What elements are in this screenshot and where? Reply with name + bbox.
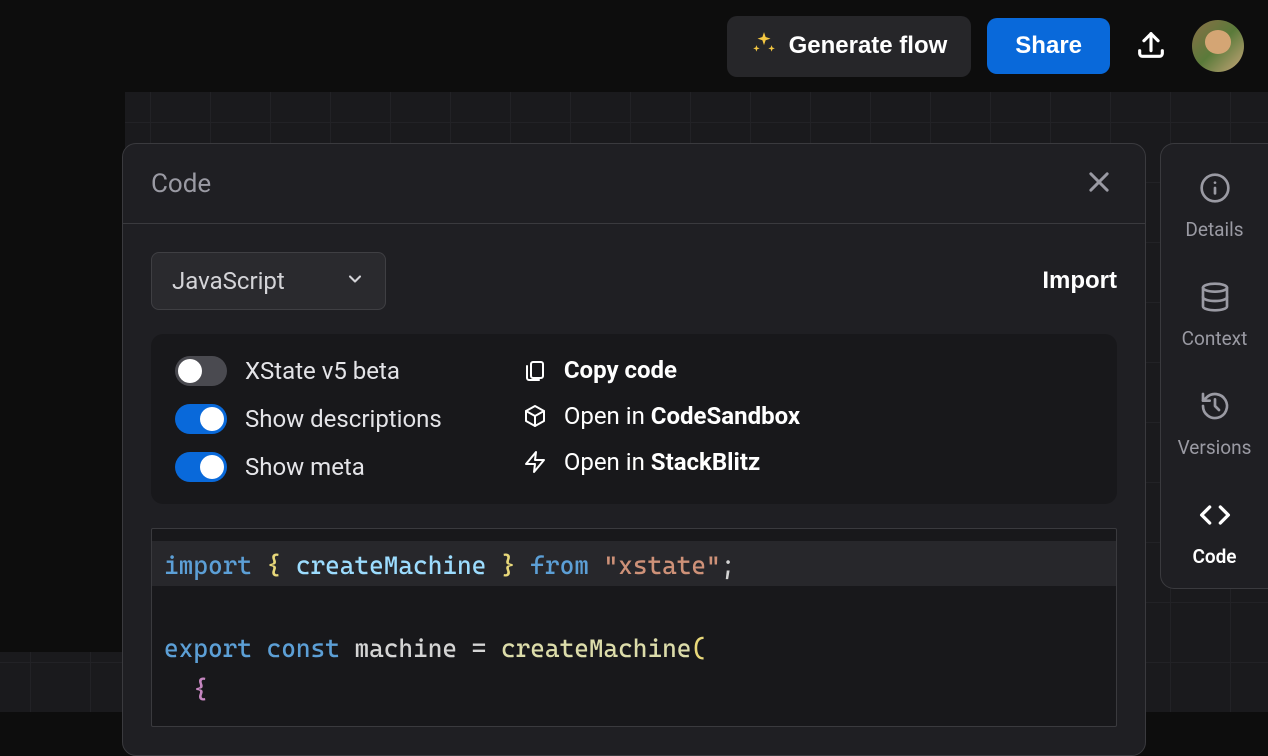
- toggle-xstate-v5-switch[interactable]: [175, 356, 227, 386]
- open-stackblitz-action[interactable]: Open in StackBlitz: [522, 448, 800, 476]
- actions-column: Copy code Open in CodeSandbox: [522, 356, 800, 482]
- close-button[interactable]: [1081, 164, 1117, 203]
- history-icon: [1199, 390, 1231, 426]
- codesandbox-icon: [522, 403, 548, 429]
- sidebar-details-label: Details: [1185, 218, 1243, 241]
- toggle-show-meta: Show meta: [175, 452, 442, 482]
- toggle-knob: [178, 359, 202, 383]
- chevron-down-icon: [345, 269, 365, 293]
- generate-flow-label: Generate flow: [789, 32, 948, 60]
- sidebar-context-label: Context: [1182, 327, 1248, 350]
- import-button[interactable]: Import: [1042, 267, 1117, 295]
- code-line-1: import { createMachine } from "xstate";: [152, 541, 1116, 586]
- code-panel: Code JavaScript Import: [122, 143, 1146, 756]
- language-select-label: JavaScript: [172, 267, 285, 295]
- export-icon: [1134, 28, 1168, 65]
- code-editor[interactable]: import { createMachine } from "xstate"; …: [151, 528, 1117, 727]
- code-icon: [1199, 499, 1231, 535]
- panel-title: Code: [151, 169, 211, 199]
- close-icon: [1085, 184, 1113, 199]
- sidebar-item-details[interactable]: Details: [1161, 168, 1268, 245]
- stackblitz-icon: [522, 449, 548, 475]
- sidebar-item-context[interactable]: Context: [1161, 277, 1268, 354]
- panel-body: JavaScript Import XState v5 beta: [123, 224, 1145, 755]
- panel-header: Code: [123, 144, 1145, 224]
- sidebar-versions-label: Versions: [1178, 436, 1252, 459]
- open-codesandbox-action[interactable]: Open in CodeSandbox: [522, 402, 800, 430]
- top-bar: Generate flow Share: [0, 0, 1268, 92]
- export-button[interactable]: [1126, 20, 1176, 73]
- canvas-dark-region: [0, 92, 125, 652]
- open-codesandbox-label: Open in CodeSandbox: [564, 402, 800, 430]
- options-box: XState v5 beta Show descriptions Show me…: [151, 334, 1117, 504]
- share-label: Share: [1015, 32, 1082, 59]
- code-line-4: {: [164, 669, 1104, 710]
- database-icon: [1199, 281, 1231, 317]
- toggle-show-meta-switch[interactable]: [175, 452, 227, 482]
- code-line-3: export const machine = createMachine(: [164, 628, 1104, 669]
- sidebar-item-versions[interactable]: Versions: [1161, 386, 1268, 463]
- info-icon: [1199, 172, 1231, 208]
- user-avatar[interactable]: [1192, 20, 1244, 72]
- toggle-knob: [200, 407, 224, 431]
- copy-code-action[interactable]: Copy code: [522, 356, 800, 384]
- generate-flow-button[interactable]: Generate flow: [727, 16, 972, 77]
- toggle-xstate-v5: XState v5 beta: [175, 356, 442, 386]
- toggle-knob: [200, 455, 224, 479]
- toggle-xstate-v5-label: XState v5 beta: [245, 357, 400, 385]
- toggle-show-meta-label: Show meta: [245, 453, 365, 481]
- clipboard-icon: [522, 357, 548, 383]
- copy-code-label: Copy code: [564, 356, 677, 384]
- toggle-show-descriptions: Show descriptions: [175, 404, 442, 434]
- toggle-show-descriptions-label: Show descriptions: [245, 405, 442, 433]
- toggles-column: XState v5 beta Show descriptions Show me…: [175, 356, 442, 482]
- language-select[interactable]: JavaScript: [151, 252, 386, 310]
- sidebar-code-label: Code: [1192, 545, 1236, 568]
- code-line-2: [164, 586, 1104, 627]
- toggle-show-descriptions-switch[interactable]: [175, 404, 227, 434]
- share-button[interactable]: Share: [987, 18, 1110, 74]
- sparkle-icon: [751, 30, 777, 63]
- right-sidebar: Details Context Versions: [1160, 143, 1268, 589]
- panel-top-row: JavaScript Import: [151, 252, 1117, 310]
- open-stackblitz-label: Open in StackBlitz: [564, 448, 760, 476]
- sidebar-item-code[interactable]: Code: [1161, 495, 1268, 572]
